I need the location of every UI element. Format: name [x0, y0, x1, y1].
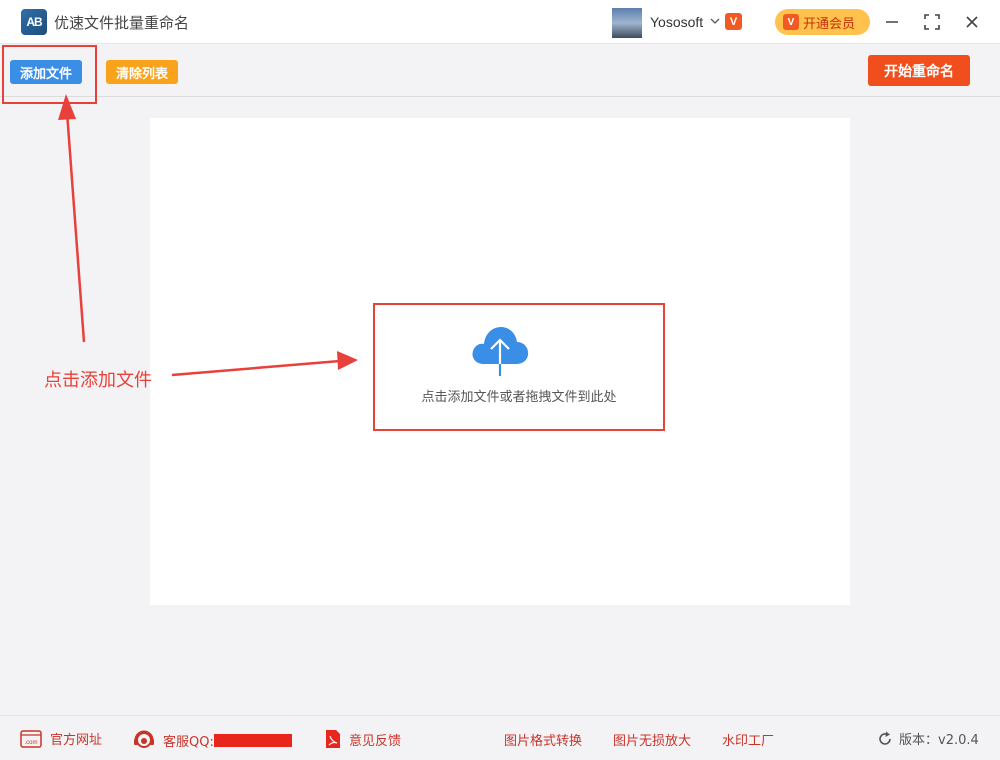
version-label: 版本：v2.0.4	[899, 733, 979, 748]
avatar[interactable]	[612, 8, 642, 38]
close-button[interactable]	[961, 11, 983, 33]
title-bar: AB 优速文件批量重命名 Yososoft V V 开通会员	[0, 0, 1000, 44]
refresh-icon[interactable]	[877, 731, 893, 747]
arrow-up-to-add-button	[58, 94, 86, 343]
app-logo: AB	[21, 9, 47, 35]
image-format-convert-link[interactable]: 图片格式转换	[504, 730, 582, 749]
maximize-button[interactable]	[921, 11, 943, 33]
vip-label: 开通会员	[803, 16, 856, 32]
feedback-link[interactable]: 意见反馈	[325, 729, 401, 749]
vip-icon: V	[783, 14, 799, 30]
annotation-box-add	[2, 45, 97, 104]
customer-service-link[interactable]: 客服QQ:	[133, 729, 292, 751]
chevron-down-icon[interactable]	[709, 15, 721, 27]
app-title: 优速文件批量重命名	[54, 14, 190, 32]
maximize-icon	[924, 14, 940, 30]
image-lossless-enlarge-link[interactable]: 图片无损放大	[613, 730, 691, 749]
minimize-button[interactable]	[881, 11, 903, 33]
official-website-label: 官方网址	[50, 733, 103, 748]
website-icon: .com	[20, 729, 42, 748]
customer-service-icon	[134, 730, 154, 748]
toolbar: 添加文件 清除列表 开始重命名	[0, 45, 1000, 97]
minimize-icon	[886, 21, 898, 23]
clear-list-button[interactable]: 清除列表	[106, 60, 178, 84]
open-vip-button[interactable]: V 开通会员	[775, 9, 870, 35]
website-icon-text: .com	[24, 740, 37, 746]
username[interactable]: Yososoft	[650, 14, 703, 30]
official-website-link[interactable]: .com 官方网址	[20, 729, 102, 748]
feedback-icon	[326, 730, 340, 748]
annotation-box-dropzone	[373, 303, 665, 431]
start-rename-button[interactable]: 开始重命名	[868, 55, 970, 86]
redacted-qq-number	[213, 733, 292, 747]
vip-badge-icon: V	[725, 13, 742, 30]
customer-service-label: 客服QQ:	[163, 734, 214, 750]
close-icon	[966, 16, 978, 28]
version-info: 版本：v2.0.4	[877, 729, 979, 748]
watermark-factory-link[interactable]: 水印工厂	[722, 730, 774, 749]
annotation-text: 点击添加文件	[44, 370, 152, 391]
feedback-label: 意见反馈	[349, 733, 402, 749]
footer: .com 官方网址 客服QQ: 意见反馈 图片格式转换 图片无损放大 水印工厂 …	[0, 715, 1000, 760]
